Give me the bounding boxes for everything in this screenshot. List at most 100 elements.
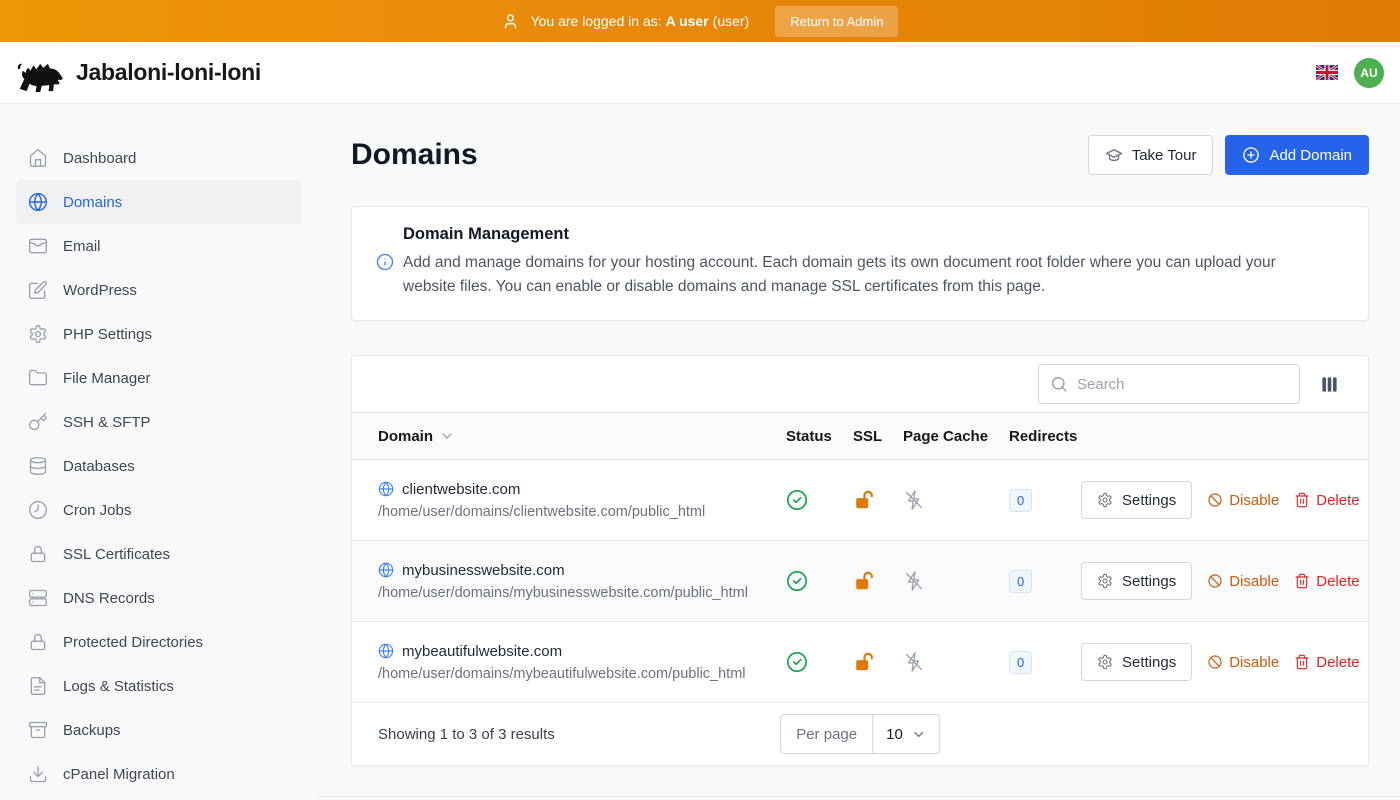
ssl-cell [853,651,903,673]
page-title: Domains [351,138,478,172]
gear-icon [1097,573,1113,589]
sidebar-item-label: Email [63,238,101,255]
redirects-count-badge[interactable]: 0 [1009,570,1032,593]
delete-button[interactable]: Delete [1294,654,1359,671]
home-icon [28,148,48,168]
disable-label: Disable [1229,492,1279,509]
info-icon [376,253,394,271]
settings-button[interactable]: Settings [1081,481,1192,519]
sidebar-item-logs-statistics[interactable]: Logs & Statistics [16,664,302,708]
column-header-ssl: SSL [853,428,903,445]
sidebar-item-label: cPanel Migration [63,766,175,783]
sidebar-item-file-manager[interactable]: File Manager [16,356,302,400]
search-icon [1050,375,1068,393]
user-icon [502,13,519,30]
sidebar-item-protected-directories[interactable]: Protected Directories [16,620,302,664]
archive-icon [28,720,48,740]
chevron-down-icon [911,727,926,742]
settings-label: Settings [1122,573,1176,590]
sidebar-item-label: SSH & SFTP [63,414,151,431]
column-header-redirects: Redirects [1009,428,1081,445]
settings-button[interactable]: Settings [1081,643,1192,681]
delete-button[interactable]: Delete [1294,573,1359,590]
results-summary: Showing 1 to 3 of 3 results [378,726,555,743]
delete-label: Delete [1316,492,1359,509]
add-domain-button[interactable]: Add Domain [1225,135,1369,175]
domain-path: /home/user/domains/mybeautifulwebsite.co… [378,666,786,682]
redirects-count-badge[interactable]: 0 [1009,489,1032,512]
delete-button[interactable]: Delete [1294,492,1359,509]
column-header-page-cache: Page Cache [903,428,1009,445]
table-row: clientwebsite.com /home/user/domains/cli… [352,460,1368,541]
search-input[interactable] [1038,364,1300,404]
check-circle-icon [786,651,808,673]
disable-button[interactable]: Disable [1207,573,1279,590]
sidebar-item-ssl-certificates[interactable]: SSL Certificates [16,532,302,576]
sidebar-item-label: Logs & Statistics [63,678,174,695]
settings-button[interactable]: Settings [1081,562,1192,600]
status-cell [786,489,853,511]
sidebar-item-backups[interactable]: Backups [16,708,302,752]
domain-cell: mybusinesswebsite.com /home/user/domains… [378,562,786,601]
globe-icon [28,192,48,212]
logged-in-prefix: You are logged in as: [531,13,662,29]
domain-cell: clientwebsite.com /home/user/domains/cli… [378,481,786,520]
column-label: Domain [378,428,433,445]
disable-button[interactable]: Disable [1207,492,1279,509]
column-header-domain[interactable]: Domain [378,428,786,445]
sidebar-item-label: File Manager [63,370,151,387]
sidebar-item-cron-jobs[interactable]: Cron Jobs [16,488,302,532]
disable-label: Disable [1229,654,1279,671]
clock-icon [28,500,48,520]
gear-icon [1097,654,1113,670]
sidebar-item-cpanel-migration[interactable]: cPanel Migration [16,752,302,796]
sidebar-item-php-settings[interactable]: PHP Settings [16,312,302,356]
sidebar-item-databases[interactable]: Databases [16,444,302,488]
domain-name[interactable]: mybusinesswebsite.com [402,562,565,579]
per-page-select[interactable]: 10 [873,715,939,753]
brand[interactable]: Jabaloni-loni-loni [16,53,261,93]
plus-circle-icon [1242,146,1260,164]
avatar[interactable]: AU [1354,58,1384,88]
sidebar-item-label: Cron Jobs [63,502,131,519]
sidebar-item-domains[interactable]: Domains [16,180,302,224]
server-icon [28,588,48,608]
sidebar-item-email[interactable]: Email [16,224,302,268]
page-cache-cell [903,489,1009,511]
column-label: Redirects [1009,428,1077,445]
key-icon [28,412,48,432]
sidebar-item-wordpress[interactable]: WordPress [16,268,302,312]
disable-button[interactable]: Disable [1207,654,1279,671]
settings-label: Settings [1122,492,1176,509]
redirects-cell: 0 [1009,489,1081,512]
sidebar-item-label: DNS Records [63,590,155,607]
ban-icon [1207,654,1223,670]
redirects-cell: 0 [1009,651,1081,674]
sidebar-item-dashboard[interactable]: Dashboard [16,136,302,180]
domains-table-card: Domain Status SSL Page Cache Redirects c… [351,355,1369,766]
redirects-count-badge[interactable]: 0 [1009,651,1032,674]
table-row: mybusinesswebsite.com /home/user/domains… [352,541,1368,622]
sidebar-item-ssh-sftp[interactable]: SSH & SFTP [16,400,302,444]
actions-cell: Settings Disable Delete [1081,562,1360,600]
return-to-admin-button[interactable]: Return to Admin [775,6,898,37]
sidebar-item-label: WordPress [63,282,137,299]
status-cell [786,570,853,592]
take-tour-button[interactable]: Take Tour [1088,135,1214,175]
domain-name[interactable]: clientwebsite.com [402,481,520,498]
domain-name[interactable]: mybeautifulwebsite.com [402,643,562,660]
sidebar-item-dns-records[interactable]: DNS Records [16,576,302,620]
trash-icon [1294,492,1310,508]
table-toolbar [352,356,1368,412]
actions-cell: Settings Disable Delete [1081,643,1360,681]
zap-off-icon [903,651,925,673]
gear-icon [28,324,48,344]
column-settings-button[interactable] [1318,373,1341,396]
unlock-icon [853,651,875,673]
redirects-cell: 0 [1009,570,1081,593]
lock-icon [28,632,48,652]
pencil-icon [28,280,48,300]
uk-flag-icon[interactable] [1316,65,1338,80]
actions-cell: Settings Disable Delete [1081,481,1360,519]
sidebar-item-label: Domains [63,194,122,211]
